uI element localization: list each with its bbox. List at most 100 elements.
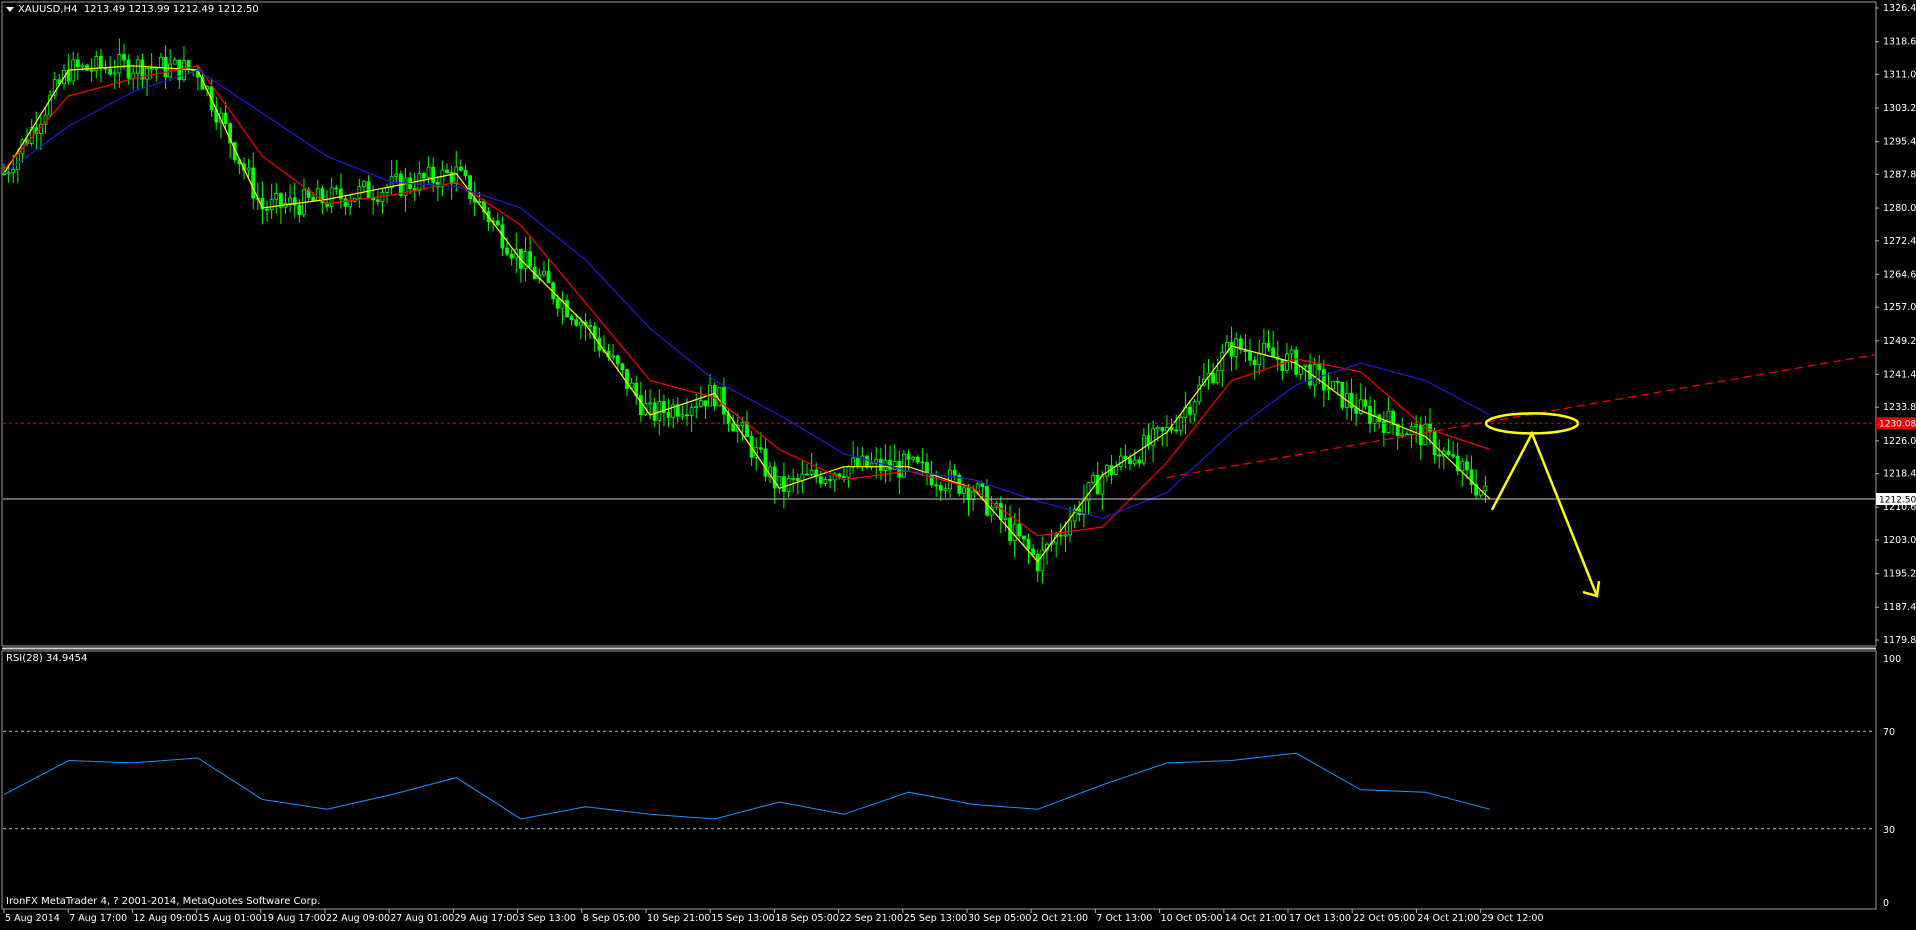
candle-body	[948, 469, 952, 490]
time-axis-label: 30 Sep 05:00	[968, 913, 1031, 924]
price-axis-label: 1295.40	[1883, 137, 1916, 148]
candle-body	[943, 488, 948, 491]
candle-body	[1178, 417, 1183, 431]
price-axis-label: 1249.20	[1883, 336, 1916, 347]
rsi-axis-label: 30	[1883, 825, 1895, 836]
candle-body	[15, 153, 20, 171]
candle-body	[269, 198, 274, 210]
candle-body	[1100, 475, 1105, 495]
candle-body	[1303, 364, 1308, 367]
candle-body	[851, 457, 856, 467]
chart-header: XAUUSD,H4 1213.49 1213.99 1212.49 1212.5…	[6, 4, 259, 15]
candle-body	[791, 477, 796, 480]
candle-body	[1155, 427, 1160, 430]
candle-body	[117, 54, 122, 74]
time-axis-label: 3 Sep 13:00	[519, 913, 576, 924]
candle-body	[1192, 401, 1197, 415]
candle-body	[1063, 534, 1068, 537]
candle-body	[578, 321, 583, 326]
candle-body	[980, 483, 985, 487]
rsi-line	[3, 752, 1491, 820]
candle-body	[1211, 373, 1216, 384]
candle-body	[878, 458, 883, 471]
candle-body	[1132, 459, 1137, 465]
candle-body	[1248, 351, 1252, 361]
candle-body	[971, 491, 976, 500]
candle-body	[265, 208, 269, 211]
candle-body	[1012, 523, 1017, 541]
candle-body	[1160, 427, 1165, 432]
candle-body	[703, 400, 708, 407]
candle-body	[126, 59, 131, 79]
candle-body	[1391, 410, 1395, 425]
candle-body	[555, 298, 560, 309]
candle-body	[1058, 534, 1063, 537]
time-axis-label: 10 Sep 21:00	[647, 913, 710, 924]
candle-body	[648, 402, 652, 405]
time-axis-label: 19 Aug 17:00	[262, 913, 326, 924]
trendline[interactable]	[1166, 354, 1876, 479]
candle-body	[828, 479, 832, 481]
time-axis-label: 29 Oct 12:00	[1482, 913, 1544, 924]
candle-body	[911, 456, 916, 460]
candle-body	[1229, 341, 1234, 357]
chart-canvas[interactable]: 1230.081212.50 1326.401318.601311.001303…	[0, 0, 1916, 926]
candle-body	[1081, 500, 1086, 515]
ma-fast-line	[3, 65, 1491, 563]
candle-body	[1003, 517, 1008, 520]
candle-body	[694, 405, 699, 409]
candle-body	[431, 166, 436, 183]
time-axis-label: 7 Oct 13:00	[1096, 913, 1152, 924]
candle-body	[371, 197, 376, 201]
candle-body	[1405, 433, 1409, 436]
candle-body	[394, 173, 399, 177]
annotation-arrow[interactable]	[1490, 430, 1599, 597]
candle-body	[938, 485, 943, 491]
main-chart-frame	[1, 1, 1877, 647]
candle-body	[998, 503, 1003, 520]
candle-body	[99, 56, 103, 69]
candle-body	[172, 59, 177, 65]
candle-body	[528, 251, 532, 268]
candle-body	[902, 453, 906, 478]
time-axis-label: 22 Oct 05:00	[1353, 913, 1415, 924]
rsi-header: RSI(28) 34.9454	[6, 653, 88, 664]
price-axis-label: 1241.40	[1883, 369, 1916, 380]
price-axis-label: 1326.40	[1883, 3, 1916, 14]
candle-body	[1188, 406, 1192, 415]
candle-body	[1289, 349, 1294, 355]
candle-body	[108, 68, 113, 75]
candle-body	[1266, 342, 1271, 349]
candle-body	[915, 456, 920, 463]
candle-body	[417, 173, 422, 192]
candle-body	[1017, 523, 1022, 537]
candle-body	[1400, 433, 1405, 437]
candle-body	[1340, 382, 1345, 408]
candle-body	[366, 181, 371, 199]
candle-body	[1174, 429, 1179, 432]
candle-body	[657, 400, 662, 421]
time-axis-label: 14 Oct 21:00	[1225, 913, 1287, 924]
price-axis-label: 1280.00	[1883, 203, 1916, 214]
candle-body	[1095, 474, 1100, 495]
time-axis-label: 29 Aug 17:00	[454, 913, 518, 924]
candle-body	[625, 369, 629, 389]
price-axis-label: 1264.60	[1883, 269, 1916, 280]
alert-price-label: 1230.08	[1879, 420, 1916, 430]
price-axis-label: 1195.20	[1883, 569, 1916, 580]
time-axis-label: 2 Oct 21:00	[1032, 913, 1088, 924]
price-axis-label: 1311.00	[1883, 69, 1916, 80]
candle-body	[906, 453, 911, 460]
candle-body	[1312, 363, 1317, 386]
candle-body	[1446, 450, 1451, 456]
candle-body	[1257, 353, 1262, 366]
candle-body	[782, 476, 786, 492]
dropdown-triangle-icon[interactable]	[6, 6, 14, 12]
candle-body	[952, 469, 957, 476]
candle-body	[468, 175, 473, 200]
candle-body	[1026, 538, 1031, 550]
candle-body	[1128, 458, 1132, 465]
rsi-frame	[1, 650, 1877, 910]
symbol-label: XAUUSD,H4	[18, 4, 78, 15]
candle-body	[1465, 461, 1469, 471]
